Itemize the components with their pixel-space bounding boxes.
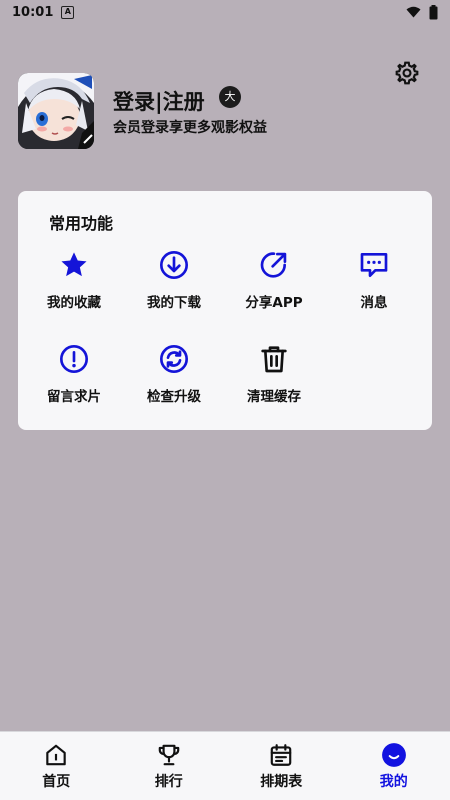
tab-ranking-label: 排行 <box>154 774 183 790</box>
messages-label: 消息 <box>360 295 388 311</box>
tab-schedule-label: 排期表 <box>260 774 303 790</box>
request-film-button[interactable]: 留言求片 <box>24 343 124 413</box>
messages-button[interactable]: 消息 <box>324 249 424 319</box>
vip-badge: 大 <box>219 86 241 108</box>
share-icon <box>260 252 287 278</box>
trophy-icon <box>158 744 180 766</box>
clear-cache-label: 清理缓存 <box>247 389 301 405</box>
tab-schedule[interactable]: 排期表 <box>225 732 338 800</box>
downloads-label: 我的下载 <box>147 295 201 311</box>
clear-cache-button[interactable]: 清理缓存 <box>224 343 324 413</box>
sim-icon: A <box>61 5 75 19</box>
download-icon <box>160 251 188 279</box>
card-title: 常用功能 <box>49 214 114 233</box>
tab-ranking[interactable]: 排行 <box>113 732 226 800</box>
share-app-label: 分享APP <box>245 295 303 311</box>
tab-home-label: 首页 <box>42 774 71 790</box>
profile-icon <box>381 743 406 767</box>
tab-mine-label: 我的 <box>379 774 408 790</box>
alert-icon <box>60 345 88 373</box>
trash-icon <box>261 346 287 373</box>
wifi-icon <box>406 6 421 18</box>
message-icon <box>360 253 388 277</box>
bottom-tab-bar: 首页 排行 排期表 我的 <box>0 731 450 800</box>
status-bar: 10:01 A <box>0 0 450 24</box>
calendar-icon <box>270 744 292 766</box>
home-icon <box>46 744 66 766</box>
gear-icon[interactable] <box>394 60 420 86</box>
common-functions-card: 常用功能 我的收藏 我的下载 分享APP 消息 留言求片 检查升级 清理缓存 <box>18 191 432 430</box>
avatar[interactable] <box>18 73 94 149</box>
downloads-button[interactable]: 我的下载 <box>124 249 224 319</box>
share-app-button[interactable]: 分享APP <box>224 249 324 319</box>
check-update-label: 检查升级 <box>147 389 201 405</box>
status-time: 10:01 <box>12 4 54 20</box>
battery-icon <box>429 4 438 19</box>
member-benefits-text: 会员登录享更多观影权益 <box>113 120 267 136</box>
tab-home[interactable]: 首页 <box>0 732 113 800</box>
tab-mine[interactable]: 我的 <box>338 732 450 800</box>
favorites-button[interactable]: 我的收藏 <box>24 249 124 319</box>
check-update-button[interactable]: 检查升级 <box>124 343 224 413</box>
login-register-link[interactable]: 登录|注册 <box>113 86 205 116</box>
star-icon <box>61 252 87 277</box>
request-film-label: 留言求片 <box>47 389 101 405</box>
favorites-label: 我的收藏 <box>47 295 101 311</box>
refresh-icon <box>160 345 188 373</box>
